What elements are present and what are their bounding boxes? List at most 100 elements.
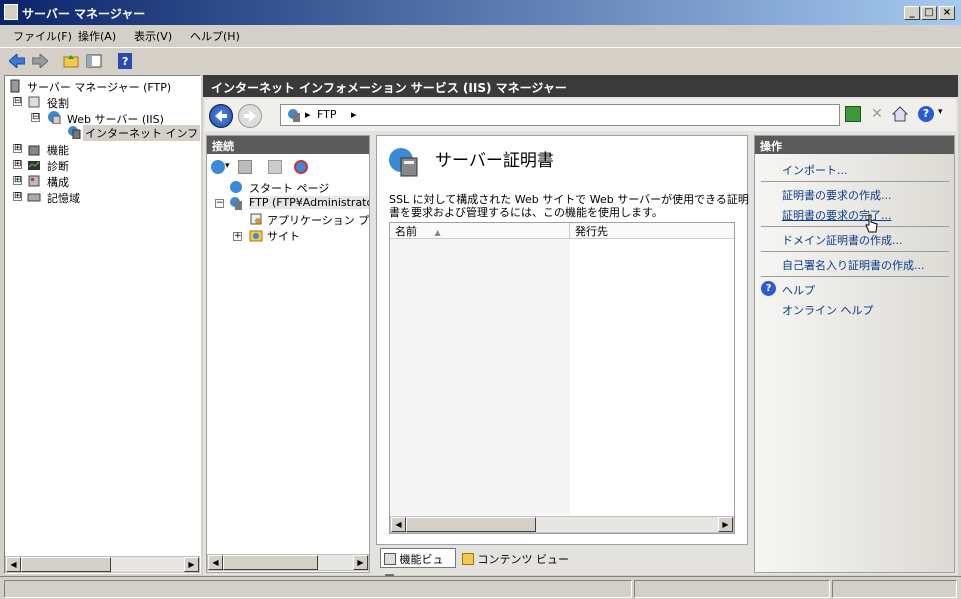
page-title: サーバー証明書	[435, 151, 554, 171]
start-page-icon	[230, 181, 242, 193]
action-create-self-signed-certificate[interactable]: 自己署名入り証明書の作成...	[782, 257, 925, 273]
iis-manager-header: インターネット インフォメーション サービス (IIS) マネージャー	[203, 75, 958, 97]
column-header-issued-to[interactable]: 発行先	[570, 223, 734, 239]
page-description-line-2: 書を要求および管理するには、この機能を使用します。	[389, 206, 663, 219]
storage-icon	[27, 193, 41, 202]
tree-expander[interactable]: ⊞	[13, 160, 22, 169]
tree-root[interactable]: サーバー マネージャー (FTP)	[27, 79, 171, 95]
conn-item-app-pools[interactable]: アプリケーション プール	[267, 212, 369, 228]
scroll-thumb[interactable]	[223, 555, 318, 570]
help-icon[interactable]: ?	[115, 51, 135, 71]
tree-item-configuration[interactable]: 構成	[47, 174, 69, 190]
separator	[761, 276, 949, 277]
separator	[761, 226, 949, 227]
action-help[interactable]: ヘルプ	[782, 282, 815, 298]
help-icon: ?	[761, 281, 776, 296]
tree-item-features[interactable]: 機能	[47, 142, 69, 158]
maximize-button[interactable]: □	[921, 6, 937, 20]
horizontal-scrollbar[interactable]: ◀ ▶	[5, 556, 200, 573]
up-level-icon[interactable]	[268, 160, 282, 174]
back-arrow-icon[interactable]	[7, 51, 27, 71]
breadcrumb-ftp[interactable]: FTP	[317, 108, 337, 121]
status-cell	[4, 580, 632, 598]
scroll-left-arrow-icon[interactable]: ◀	[208, 555, 223, 570]
action-create-domain-certificate[interactable]: ドメイン証明書の作成...	[782, 232, 903, 248]
content-view-icon	[462, 553, 474, 565]
help-icon[interactable]: ?	[918, 106, 934, 122]
forward-arrow-icon[interactable]	[30, 51, 50, 71]
actions-title: 操作	[755, 136, 954, 154]
tree-item-roles[interactable]: 役割	[47, 95, 69, 111]
features-view-icon	[384, 553, 396, 565]
horizontal-scrollbar[interactable]: ◀ ▶	[207, 554, 369, 571]
tab-features-view[interactable]: 機能ビュー	[380, 548, 456, 582]
tree-expander[interactable]: −	[215, 199, 224, 208]
chevron-down-icon[interactable]: ▾	[225, 161, 230, 171]
horizontal-scrollbar[interactable]: ◀ ▶	[390, 516, 734, 533]
breadcrumb-arrow-icon[interactable]: ▸	[305, 108, 311, 121]
tree-item-diagnostics[interactable]: 診断	[47, 158, 69, 174]
menu-file[interactable]: ファイル(F)	[13, 28, 72, 44]
scroll-thumb[interactable]	[21, 557, 111, 572]
connections-toolbar: ▾	[210, 158, 372, 178]
column-header-name-label: 名前	[395, 225, 417, 238]
tab-content-view-label: コンテンツ ビュー	[477, 553, 570, 566]
server-manager-icon	[10, 79, 20, 93]
action-create-certificate-request[interactable]: 証明書の要求の作成...	[782, 187, 892, 203]
action-import[interactable]: インポート...	[782, 162, 848, 178]
title-bar: サーバー マネージャー _ □ ×	[0, 0, 961, 25]
tab-content-view[interactable]: コンテンツ ビュー	[459, 550, 572, 568]
action-online-help[interactable]: オンライン ヘルプ	[782, 302, 874, 318]
close-button[interactable]: ×	[939, 6, 955, 20]
tree-expander[interactable]: ⊟	[31, 113, 40, 122]
menu-bar: ファイル(F) 操作(A) 表示(V) ヘルプ(H)	[0, 25, 961, 46]
separator	[761, 181, 949, 182]
certificates-list: 名前 ▲ 発行先 ◀ ▶	[389, 222, 735, 534]
scroll-right-arrow-icon[interactable]: ▶	[184, 557, 199, 572]
server-certificates-icon	[389, 148, 418, 177]
scroll-thumb[interactable]	[406, 517, 536, 532]
status-cell	[634, 580, 830, 598]
breadcrumb-arrow-icon[interactable]: ▸	[351, 108, 357, 121]
sorted-column-background	[390, 239, 570, 515]
iis-icon	[68, 126, 81, 139]
conn-item-ftp-server[interactable]: FTP (FTP¥Administrato	[249, 196, 369, 209]
sites-folder-icon	[249, 230, 263, 242]
minimize-button[interactable]: _	[904, 6, 920, 20]
tree-expander[interactable]: ⊞	[13, 144, 22, 153]
home-icon[interactable]	[891, 106, 909, 122]
conn-item-sites[interactable]: サイト	[267, 228, 300, 244]
column-header-name[interactable]: 名前 ▲	[390, 223, 570, 239]
refresh-icon[interactable]	[845, 106, 861, 122]
scroll-right-arrow-icon[interactable]: ▶	[718, 517, 733, 532]
conn-item-start-page[interactable]: スタート ページ	[249, 180, 329, 196]
connect-icon[interactable]	[211, 160, 225, 174]
tree-expander[interactable]: ⊟	[13, 97, 22, 106]
folder-up-icon[interactable]	[61, 51, 81, 71]
window-title: サーバー マネージャー	[22, 7, 146, 21]
server-manager-icon	[4, 4, 18, 20]
server-icon	[230, 197, 242, 210]
back-button-icon[interactable]	[209, 104, 233, 128]
save-icon[interactable]	[238, 160, 252, 174]
menu-help[interactable]: ヘルプ(H)	[190, 28, 240, 44]
chevron-down-icon[interactable]: ▾	[938, 107, 943, 117]
svg-text:?: ?	[122, 55, 128, 68]
menu-view[interactable]: 表示(V)	[134, 28, 172, 44]
forward-button-icon[interactable]	[238, 104, 262, 128]
stop-icon[interactable]: ✕	[869, 106, 885, 122]
show-hide-console-tree-icon[interactable]	[84, 51, 104, 71]
tree-expander[interactable]: ⊞	[13, 176, 22, 185]
address-bar[interactable]: ▸ FTP ▸	[280, 104, 840, 126]
scroll-right-arrow-icon[interactable]: ▶	[353, 555, 368, 570]
delete-connection-icon[interactable]	[294, 160, 308, 174]
scroll-left-arrow-icon[interactable]: ◀	[6, 557, 21, 572]
tree-expander[interactable]: ⊞	[13, 192, 22, 201]
menu-action[interactable]: 操作(A)	[78, 28, 116, 44]
scroll-left-arrow-icon[interactable]: ◀	[391, 517, 406, 532]
separator	[761, 251, 949, 252]
status-cell	[832, 580, 957, 598]
tree-item-iis-manager[interactable]: インターネット インフォメ	[83, 125, 200, 141]
tree-expander[interactable]: +	[233, 232, 242, 241]
tree-item-storage[interactable]: 記憶域	[47, 190, 80, 206]
